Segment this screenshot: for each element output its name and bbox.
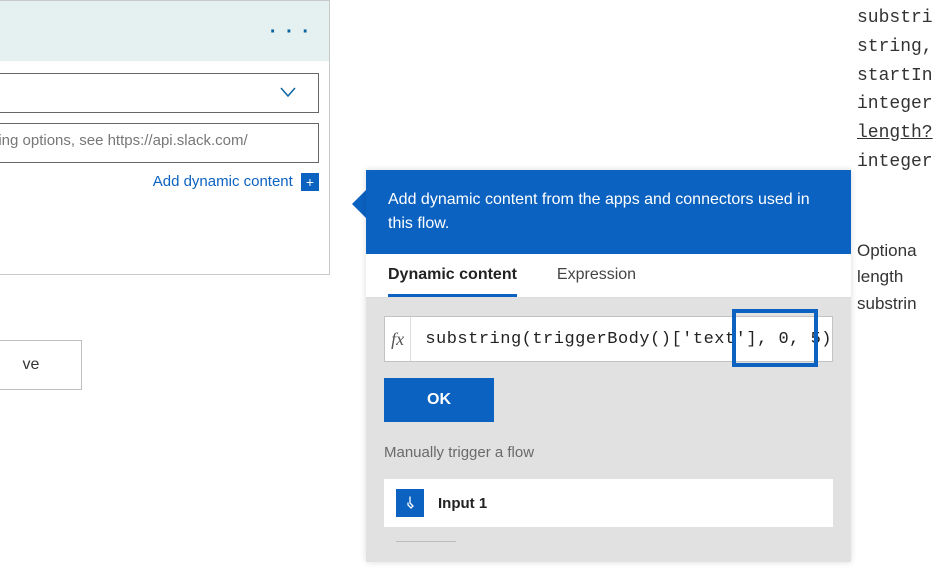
doc-desc-line: length <box>857 264 935 290</box>
doc-line: string, <box>857 33 935 62</box>
tab-expression[interactable]: Expression <box>557 266 636 297</box>
trigger-section-label: Manually trigger a flow <box>384 444 833 461</box>
fx-icon: fx <box>385 317 411 361</box>
doc-description: Optiona length substrin <box>857 238 935 317</box>
doc-desc-line: Optiona <box>857 238 935 264</box>
flyout-pointer <box>352 190 366 218</box>
doc-line: integer <box>857 90 935 119</box>
flyout-header: Add dynamic content from the apps and co… <box>366 170 851 254</box>
doc-line: startIn <box>857 62 935 91</box>
doc-line: integer <box>857 148 935 177</box>
add-dynamic-content-label: Add dynamic content <box>153 173 293 190</box>
more-icon[interactable]: · · · <box>270 21 311 44</box>
doc-params: substri string, startIn integer length? … <box>857 4 935 177</box>
add-dynamic-content-link[interactable]: Add dynamic content + <box>0 163 329 191</box>
dynamic-item-input-1[interactable]: Input 1 <box>384 479 833 527</box>
message-text-input[interactable]: tting options, see https://api.slack.com… <box>0 123 319 163</box>
dynamic-item-label: Input 1 <box>438 495 487 512</box>
channel-select[interactable] <box>0 73 319 113</box>
expression-input[interactable]: fx substring(triggerBody()['text'], 0, 5… <box>384 316 833 362</box>
action-card: · · · tting options, see https://api.sla… <box>0 0 330 275</box>
card-header: · · · <box>0 1 329 61</box>
touch-icon <box>396 489 424 517</box>
expression-text[interactable]: substring(triggerBody()['text'], 0, 5) <box>411 330 832 349</box>
ok-button[interactable]: OK <box>384 378 494 422</box>
plus-icon: + <box>301 173 319 191</box>
chevron-down-icon <box>278 82 298 107</box>
flyout-tabs: Dynamic content Expression <box>366 254 851 298</box>
dynamic-content-flyout: Add dynamic content from the apps and co… <box>366 170 851 562</box>
doc-line: length? <box>857 119 935 148</box>
item-separator <box>396 541 456 542</box>
doc-line: substri <box>857 4 935 33</box>
doc-desc-line: substrin <box>857 291 935 317</box>
save-button[interactable]: ve <box>0 340 82 390</box>
flyout-body: fx substring(triggerBody()['text'], 0, 5… <box>366 298 851 562</box>
tab-dynamic-content[interactable]: Dynamic content <box>388 266 517 297</box>
